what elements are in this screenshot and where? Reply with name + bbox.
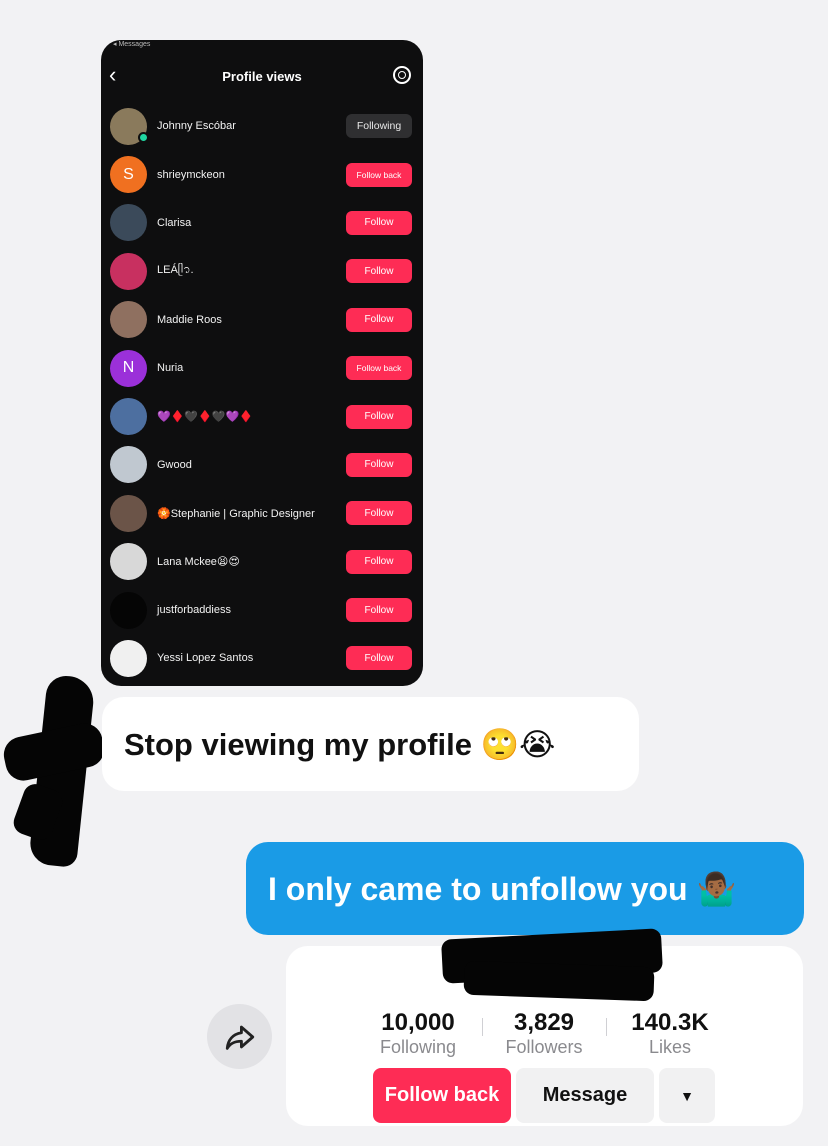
- viewer-name[interactable]: Yessi Lopez Santos: [157, 652, 253, 664]
- viewer-name[interactable]: Lana Mckee😫😍: [157, 555, 240, 568]
- viewer-row[interactable]: Sshrieymckeon Follow back: [101, 150, 423, 198]
- following-label: Following: [379, 1037, 457, 1057]
- divider: [482, 1018, 483, 1036]
- avatar[interactable]: [110, 252, 147, 290]
- following-button[interactable]: Following: [346, 114, 412, 139]
- viewer-row[interactable]: LEÁᥫ᭡. Follow: [101, 247, 423, 295]
- avatar[interactable]: S: [110, 156, 147, 194]
- avatar[interactable]: [110, 301, 147, 339]
- redacted-avatar-part: [0, 720, 108, 784]
- follow-button[interactable]: Follow: [346, 501, 412, 526]
- messages-back-label: ◂ Messages: [113, 41, 151, 48]
- viewer-name[interactable]: justforbaddiess: [157, 604, 231, 616]
- avatar[interactable]: [110, 204, 147, 242]
- likes-label: Likes: [648, 1037, 692, 1057]
- follow-button[interactable]: Follow: [346, 598, 412, 623]
- viewer-row[interactable]: Johnny Escóbar Following: [101, 102, 423, 150]
- viewer-name[interactable]: Gwood: [157, 459, 192, 471]
- viewer-name[interactable]: Clarisa: [157, 217, 191, 229]
- following-count: 10,000: [381, 1009, 455, 1036]
- follow-back-button[interactable]: Follow back: [373, 1068, 511, 1123]
- viewer-name[interactable]: LEÁᥫ᭡.: [157, 261, 194, 281]
- follow-button[interactable]: Follow: [346, 404, 412, 429]
- gear-icon: [393, 66, 411, 84]
- follow-button[interactable]: Follow: [346, 307, 412, 332]
- stat-followers[interactable]: 3,829 Followers: [494, 1010, 594, 1058]
- follow-button[interactable]: Follow: [346, 452, 412, 477]
- page-title: Profile views: [222, 68, 302, 84]
- incoming-message-text: Stop viewing my profile 🙄😭: [124, 726, 556, 762]
- incoming-message: Stop viewing my profile 🙄😭: [102, 697, 639, 791]
- stat-following[interactable]: 10,000 Following: [368, 1010, 468, 1058]
- follow-button[interactable]: Follow: [346, 549, 412, 574]
- caret-down-icon: ▼: [680, 1087, 694, 1104]
- viewer-name[interactable]: Johnny Escóbar: [157, 120, 236, 132]
- divider: [606, 1018, 607, 1036]
- viewer-name[interactable]: 💜♦️🖤♦️🖤💜♦️: [157, 410, 253, 423]
- avatar[interactable]: [110, 543, 147, 581]
- profile-views-screenshot[interactable]: ◂ Messages ‹ Profile views Johnny Escóba…: [101, 40, 423, 686]
- viewer-row[interactable]: Maddie Roos Follow: [101, 296, 423, 344]
- viewer-row[interactable]: 🏵️Stephanie | Graphic Designer Follow: [101, 489, 423, 537]
- follow-button[interactable]: Follow: [346, 259, 412, 284]
- viewer-list: Johnny Escóbar Following Sshrieymckeon Foll…: [101, 102, 423, 683]
- avatar[interactable]: N: [110, 349, 147, 387]
- outgoing-message-text: I only came to unfollow you 🤷🏾‍♂️: [268, 870, 737, 907]
- follow-back-button[interactable]: Follow back: [346, 356, 412, 381]
- avatar[interactable]: [110, 446, 147, 484]
- stat-likes[interactable]: 140.3K Likes: [620, 1010, 720, 1058]
- viewer-name[interactable]: Maddie Roos: [157, 314, 222, 326]
- more-options-button[interactable]: ▼: [659, 1068, 715, 1123]
- share-button[interactable]: [207, 1004, 272, 1069]
- profile-views-header: ‹ Profile views: [101, 58, 423, 94]
- redacted-username-part: [463, 960, 655, 1002]
- avatar[interactable]: [110, 639, 147, 677]
- viewer-row[interactable]: Yessi Lopez Santos Follow: [101, 634, 423, 682]
- viewer-name[interactable]: Nuria: [157, 362, 183, 374]
- likes-count: 140.3K: [631, 1009, 709, 1036]
- avatar[interactable]: [110, 398, 147, 436]
- viewer-row[interactable]: Clarisa Follow: [101, 199, 423, 247]
- viewer-name[interactable]: 🏵️Stephanie | Graphic Designer: [157, 507, 315, 520]
- viewer-row[interactable]: 💜♦️🖤♦️🖤💜♦️ Follow: [101, 392, 423, 440]
- follow-back-button[interactable]: Follow back: [346, 162, 412, 187]
- avatar[interactable]: [110, 494, 147, 532]
- followers-count: 3,829: [513, 1009, 575, 1036]
- viewer-row[interactable]: Gwood Follow: [101, 441, 423, 489]
- avatar[interactable]: [110, 591, 147, 629]
- outgoing-message: I only came to unfollow you 🤷🏾‍♂️: [246, 842, 804, 935]
- follow-button[interactable]: Follow: [346, 210, 412, 235]
- viewer-name[interactable]: shrieymckeon: [157, 169, 225, 181]
- chevron-left-icon: ‹: [109, 62, 117, 87]
- online-status-dot: [138, 132, 149, 143]
- followers-label: Followers: [505, 1037, 583, 1057]
- viewer-row[interactable]: justforbaddiess Follow: [101, 586, 423, 634]
- follow-button[interactable]: Follow: [346, 646, 412, 671]
- share-arrow-icon: [225, 1025, 254, 1050]
- profile-card[interactable]: 10,000 Following 3,829 Followers 140.3K …: [286, 928, 803, 1126]
- viewer-row[interactable]: Lana Mckee😫😍 Follow: [101, 538, 423, 586]
- viewer-row[interactable]: N Nuria Follow back: [101, 344, 423, 392]
- message-button[interactable]: Message: [516, 1068, 654, 1123]
